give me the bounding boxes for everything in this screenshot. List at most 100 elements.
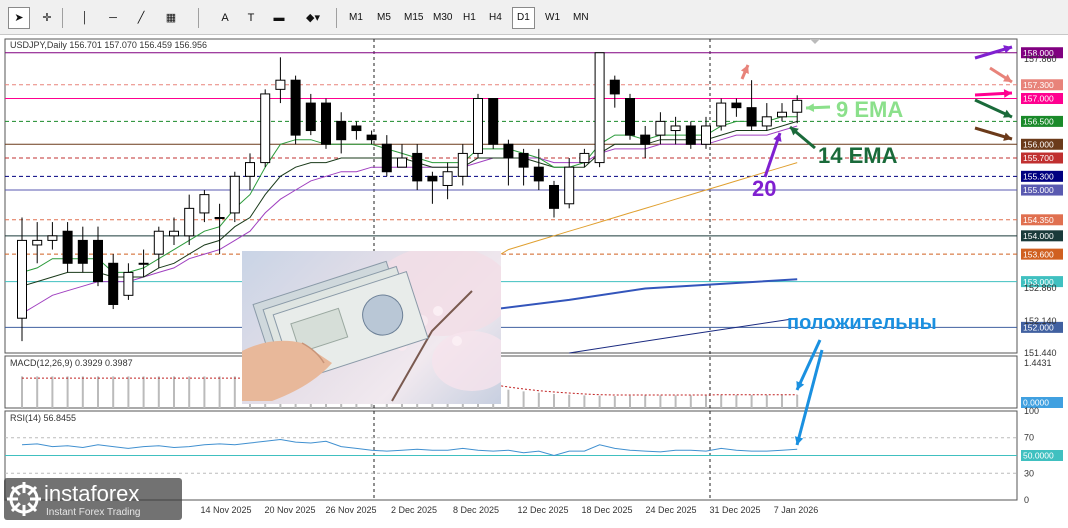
candle-body	[488, 98, 499, 145]
price-level-label: 153.600	[1023, 249, 1054, 259]
annotation-9ema-text: 9 EMA	[836, 97, 903, 122]
annotation-14ema-text: 14 EMA	[818, 143, 898, 168]
scroll-marker-icon	[810, 39, 820, 44]
rsi-current-label: 50.0000	[1023, 451, 1054, 461]
timeframe-h4[interactable]: H4	[484, 7, 507, 29]
timeframe-d1[interactable]: D1	[512, 7, 535, 29]
vertical-line-icon[interactable]: │	[74, 7, 96, 29]
horizontal-line-icon[interactable]: ─	[102, 7, 124, 29]
timeframe-mn[interactable]: MN	[568, 7, 594, 29]
candle-body	[184, 207, 195, 237]
price-level-label: 157.000	[1023, 94, 1054, 104]
x-tick-label: 26 Nov 2025	[325, 505, 376, 515]
text-label-icon[interactable]: T	[240, 7, 262, 29]
candle-body	[214, 217, 225, 220]
candle-body	[275, 79, 286, 90]
fibonacci-icon[interactable]: ▦	[160, 7, 182, 29]
timeframe-m30[interactable]: M30	[428, 7, 457, 29]
timeframe-m5[interactable]: M5	[372, 7, 396, 29]
candle-body	[321, 102, 331, 145]
rsi-tick-label: 70	[1024, 433, 1034, 443]
rsi-tick-label: 30	[1024, 468, 1034, 478]
x-tick-label: 18 Dec 2025	[581, 505, 632, 515]
price-level-label: 156.500	[1023, 117, 1054, 127]
x-tick-label: 2 Dec 2025	[391, 505, 437, 515]
candle-body	[93, 239, 103, 283]
candle-body	[47, 235, 58, 241]
candle-body	[260, 93, 271, 164]
candle-body	[655, 120, 666, 136]
candle-body	[685, 125, 696, 145]
chart-svg: USDJPY,Daily 156.701 157.070 156.459 156…	[4, 38, 1063, 515]
candle-body	[229, 175, 240, 214]
y-tick-label: 157.860	[1024, 54, 1057, 64]
candle-body	[518, 152, 529, 168]
price-level-label: 154.000	[1023, 231, 1054, 241]
annotation-arrow-157-head	[1003, 89, 1012, 98]
timeframe-w1[interactable]: W1	[540, 7, 565, 29]
logo-brand-text: instaforex	[44, 481, 140, 506]
candle-body	[123, 271, 134, 296]
chart-area: USDJPY,Daily 156.701 157.070 156.459 156…	[0, 35, 1068, 523]
price-level-label: 156.000	[1023, 139, 1054, 149]
candle-body	[442, 171, 453, 186]
candle-body	[792, 99, 803, 113]
candle-body	[153, 230, 164, 255]
rsi-tick-label: 0	[1024, 495, 1029, 505]
candle-body	[625, 98, 635, 136]
candle-body	[473, 98, 483, 154]
cursor-icon[interactable]: ➤	[8, 7, 30, 29]
annotation-20-text: 20	[752, 176, 776, 201]
y-tick-label: 151.440	[1024, 348, 1057, 358]
toolbar-separator	[198, 8, 199, 28]
ma-orange-line	[477, 162, 798, 269]
macd-axis-top: 1.4431	[1024, 358, 1052, 368]
x-tick-label: 14 Nov 2025	[200, 505, 251, 515]
price-level-label: 155.700	[1023, 153, 1054, 163]
x-tick-label: 20 Nov 2025	[264, 505, 315, 515]
timeframe-m1[interactable]: M1	[344, 7, 368, 29]
candle-body	[609, 79, 620, 95]
price-level-label: 155.000	[1023, 185, 1054, 195]
text-tool-button[interactable]: A	[214, 7, 236, 29]
candle-body	[640, 134, 651, 145]
macd-pane-border	[4, 355, 1018, 409]
x-tick-label: 7 Jan 2026	[774, 505, 819, 515]
candle-body	[427, 175, 438, 182]
y-tick-label: 152.140	[1024, 316, 1057, 326]
x-tick-label: 8 Dec 2025	[453, 505, 499, 515]
candle-body	[290, 79, 301, 136]
yen-banknotes-photo	[242, 251, 501, 404]
candle-body	[199, 194, 210, 214]
instaforex-logo-icon	[7, 482, 41, 516]
rsi-line	[21, 438, 798, 457]
candle-body	[503, 143, 514, 159]
candle-body	[533, 166, 544, 182]
rsi-label: RSI(14) 56.8455	[10, 413, 76, 423]
candle-body	[336, 120, 347, 141]
price-level-label: 157.300	[1023, 80, 1054, 90]
main-pane-border	[4, 38, 1018, 354]
timeframe-h1[interactable]: H1	[458, 7, 481, 29]
candle-body	[564, 166, 575, 205]
instaforex-logo: instaforex Instant Forex Trading	[4, 478, 182, 520]
candle-body	[17, 239, 27, 319]
candle-body	[366, 134, 377, 141]
logo-tagline-text: Instant Forex Trading	[46, 507, 141, 518]
rectangle-icon[interactable]: ▬	[268, 7, 290, 29]
candle-body	[351, 125, 362, 132]
shapes-dropdown-icon[interactable]: ◆▾	[302, 7, 324, 29]
channel-line	[477, 278, 798, 313]
timeframe-m15[interactable]: M15	[399, 7, 428, 29]
candle-body	[397, 157, 407, 168]
trendline-icon[interactable]: ╱	[130, 7, 152, 29]
crosshair-icon[interactable]: ✛	[36, 7, 58, 29]
candle-body	[381, 143, 392, 173]
toolbar-separator	[62, 8, 63, 28]
x-tick-label: 24 Dec 2025	[645, 505, 696, 515]
candle-body	[305, 102, 316, 132]
candle-body	[77, 239, 88, 264]
annotation-positive-text: положительны	[787, 312, 937, 334]
candle-body	[701, 125, 711, 145]
candle-body	[731, 102, 742, 109]
